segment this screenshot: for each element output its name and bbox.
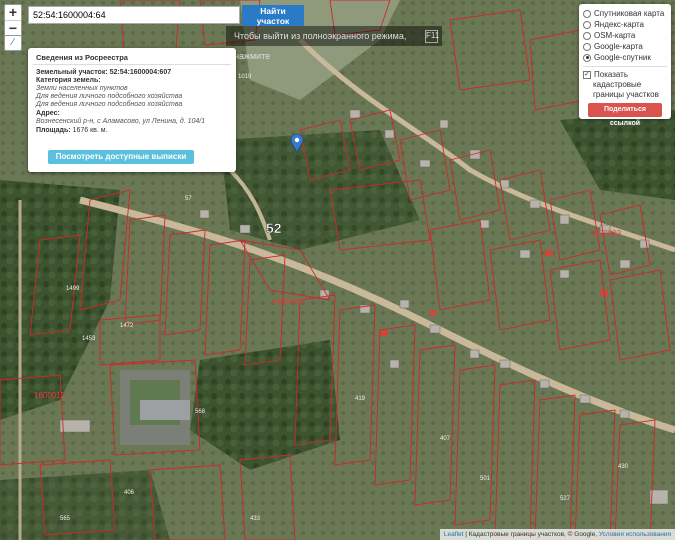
parcel-label: 501	[480, 476, 491, 482]
layer-option-yandex[interactable]: Яндекс-карта	[583, 20, 644, 29]
layer-label: Google-карта	[594, 42, 643, 51]
attribution: Leaflet | Кадастровые границы участков, …	[439, 529, 675, 540]
quarter-code: 1600004	[272, 297, 304, 306]
area-row: Площадь: 1676 кв. м.	[36, 127, 108, 134]
layer-option-satellite[interactable]: Спутниковая карта	[583, 9, 664, 18]
radio-icon[interactable]	[583, 42, 591, 51]
view-extracts-button[interactable]: Посмотреть доступные выписки	[48, 150, 194, 164]
category-label: Категория земель:	[36, 77, 101, 84]
area-value: 1676 кв. м.	[72, 127, 108, 134]
share-link-button[interactable]: Поделиться ссылкой	[588, 103, 662, 127]
attribution-text: | Кадастровые границы участков, © Google…	[465, 531, 598, 538]
use-type-2: Для ведения личного подсобного хозяйства	[36, 101, 183, 108]
zoom-in-button[interactable]: +	[5, 5, 21, 21]
radio-icon[interactable]	[583, 9, 591, 18]
layer-option-google-satellite[interactable]: Google-спутник	[583, 53, 651, 62]
zoom-out-button[interactable]: −	[5, 21, 21, 36]
quarter-code: 1600012	[34, 391, 66, 400]
info-popup: Сведения из Росреестра Земельный участок…	[28, 48, 236, 172]
parcel-label: 407	[440, 436, 451, 442]
parcel-label: 1499	[66, 286, 80, 292]
parcel-label: 565	[60, 516, 71, 522]
parcel-label: 1453	[82, 336, 96, 342]
parcel-label: 406	[124, 490, 135, 496]
quarter-number: 52	[266, 220, 282, 236]
parcel-label: 419	[355, 396, 366, 402]
quarter-code: 1600003	[590, 229, 622, 238]
zoom-control: + −	[4, 4, 22, 37]
checkbox-icon[interactable]: ✓	[583, 70, 591, 79]
address-label: Адрес:	[36, 110, 60, 117]
layer-switcher: Спутниковая карта Яндекс-карта OSM-карта…	[579, 4, 671, 127]
parcel-label: 430	[618, 464, 629, 470]
parcel-label: 1019	[238, 74, 252, 80]
find-parcel-button[interactable]: Найти участок	[242, 5, 304, 26]
cadastral-label-1: Показать	[594, 70, 629, 79]
parcel-value: 52:54:1600004:607	[109, 69, 172, 76]
parcel-label: 527	[560, 496, 571, 502]
parcel-label: Земельный участок:	[36, 69, 108, 76]
search-input[interactable]	[28, 6, 240, 24]
fullscreen-hint: Чтобы выйти из полноэкранного режима, на…	[226, 26, 442, 61]
layer-label: Яндекс-карта	[594, 20, 644, 29]
parcel-row: Земельный участок: 52:54:1600004:607	[36, 69, 171, 76]
parcel-label: 568	[195, 409, 206, 415]
layer-label: Спутниковая карта	[594, 9, 665, 18]
leaflet-link[interactable]: Leaflet	[444, 531, 464, 538]
parcel-label: 433	[250, 516, 261, 522]
layer-label: Google-спутник	[594, 53, 651, 62]
area-label: Площадь:	[36, 127, 71, 134]
use-type-1: Для ведения личного подсобного хозяйства	[36, 93, 183, 100]
divider	[583, 66, 667, 67]
parcel-label: 57	[185, 196, 192, 202]
layer-label: OSM-карта	[594, 31, 636, 40]
layer-option-google-map[interactable]: Google-карта	[583, 42, 643, 51]
address-value: Вознесенский р-н, с Аламасово, ул Ленина…	[36, 118, 206, 125]
fullscreen-key: F11	[425, 30, 439, 43]
ruler-tool-icon[interactable]: ∕	[4, 35, 22, 51]
layer-option-osm[interactable]: OSM-карта	[583, 31, 635, 40]
cadastral-toggle[interactable]: ✓ Показать	[583, 70, 628, 79]
cadastral-label-3: границы участков	[593, 90, 659, 99]
radio-icon[interactable]	[583, 20, 591, 29]
parcel-label: 1472	[120, 323, 134, 329]
category-value: Земли населенных пунктов	[36, 85, 128, 92]
cadastral-label-2: кадастровые	[593, 80, 642, 89]
terms-link[interactable]: Условия использования	[599, 531, 671, 538]
radio-icon[interactable]	[583, 53, 591, 62]
divider	[33, 64, 231, 65]
radio-icon[interactable]	[583, 31, 591, 40]
info-title: Сведения из Росреестра	[36, 53, 128, 62]
